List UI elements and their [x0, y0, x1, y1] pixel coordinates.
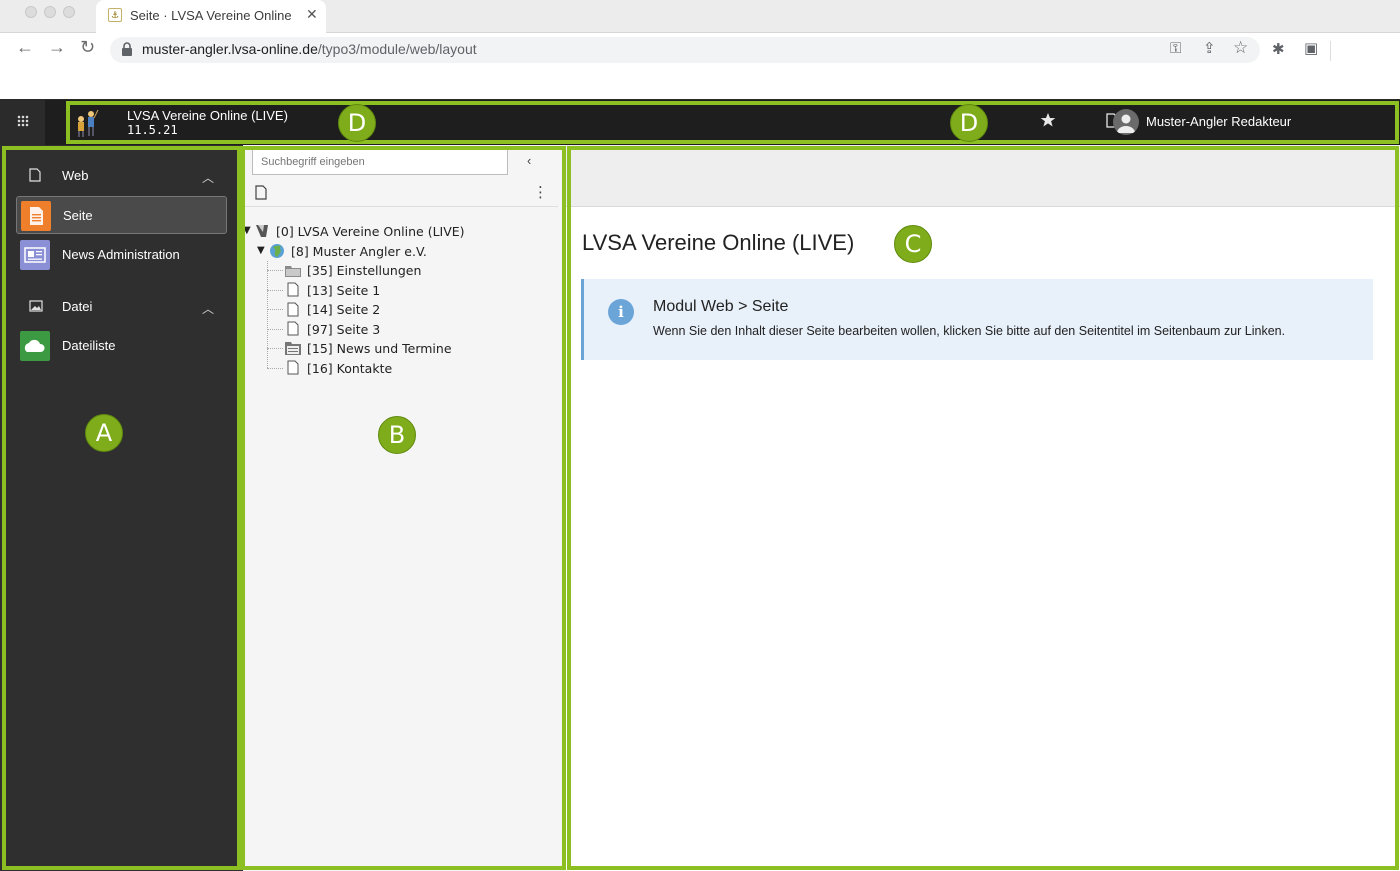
browser-toolbar: ← → ↻ muster-angler.lvsa-online.de/typo3… — [0, 33, 1400, 67]
callout-text: Wenn Sie den Inhalt dieser Seite bearbei… — [653, 324, 1286, 338]
avatar[interactable] — [1113, 109, 1139, 135]
tree-node[interactable]: [14] Seite 2 — [307, 302, 380, 317]
image-icon — [29, 300, 43, 312]
favicon-icon: ⚓ — [108, 8, 122, 22]
doc-header — [565, 145, 1400, 207]
bookmark-star-icon[interactable]: ☆ — [1233, 38, 1248, 58]
bookmarks-star-icon[interactable] — [1040, 112, 1056, 128]
url-text: muster-angler.lvsa-online.de/typo3/modul… — [142, 41, 477, 57]
key-icon[interactable]: ⚿ — [1170, 40, 1181, 57]
marker-d-right: D — [950, 104, 988, 142]
folder-icon — [285, 266, 301, 277]
page-icon — [287, 302, 299, 317]
page-icon — [29, 168, 41, 182]
lock-icon — [122, 42, 132, 56]
maximize-window-button[interactable] — [63, 6, 75, 18]
url-host: muster-angler.lvsa-online.de — [142, 41, 318, 57]
tree-node[interactable]: [35] Einstellungen — [307, 263, 421, 278]
content-area: LVSA Vereine Online (LIVE) i Modul Web >… — [565, 145, 1400, 871]
marker-d-left: D — [338, 104, 376, 142]
collapse-tree-icon[interactable]: ‹ — [527, 153, 531, 168]
tree-connector — [267, 348, 283, 349]
filelist-module-icon — [20, 331, 50, 361]
page-tree-panel: ‹ ⋮ ▼ [0] LVSA Vereine Online (LIVE) ▼ [… — [243, 145, 565, 871]
tree-toolbar-divider — [243, 206, 558, 207]
module-item-seite[interactable]: Seite — [16, 196, 227, 234]
module-item-label: Dateiliste — [62, 338, 116, 353]
toolbar-divider — [1330, 41, 1331, 61]
url-path: /typo3/module/web/layout — [317, 41, 477, 57]
forward-icon[interactable]: → — [48, 37, 66, 58]
tree-node-site[interactable]: [8] Muster Angler e.V. — [291, 244, 427, 259]
tree-node-root[interactable]: [0] LVSA Vereine Online (LIVE) — [276, 224, 465, 239]
typo3-topbar: LVSA Vereine Online (LIVE) 11.5.21 Muste… — [0, 100, 1400, 145]
module-item-dateiliste[interactable]: Dateiliste — [16, 327, 227, 365]
marker-a: A — [85, 414, 123, 452]
tree-node[interactable]: [13] Seite 1 — [307, 283, 380, 298]
marker-b: B — [378, 416, 416, 454]
module-menu: Web ︿ Seite News Administration Datei ︿ … — [0, 145, 243, 871]
site-logo-icon — [78, 109, 99, 137]
page-module-icon — [21, 201, 51, 231]
new-page-icon[interactable] — [255, 185, 267, 200]
page-icon — [287, 321, 299, 336]
browser-chrome: ⚓ Seite · LVSA Vereine Online (LIVE) ✕ ←… — [0, 0, 1400, 100]
module-item-label: Seite — [63, 208, 93, 223]
typo3-version: 11.5.21 — [127, 123, 178, 137]
tab-strip: ⚓ Seite · LVSA Vereine Online (LIVE) ✕ — [0, 0, 1400, 33]
chevron-up-icon[interactable]: ︿ — [202, 300, 214, 317]
user-menu-label[interactable]: Muster-Angler Redakteur — [1146, 114, 1291, 129]
tab-title: Seite · LVSA Vereine Online (LIVE) — [130, 8, 296, 23]
typo3-root-icon — [256, 225, 268, 237]
info-callout: i Modul Web > Seite Wenn Sie den Inhalt … — [581, 279, 1373, 360]
tree-connector — [267, 290, 283, 291]
page-title: LVSA Vereine Online (LIVE) — [582, 230, 855, 255]
tree-connector — [267, 270, 283, 271]
more-actions-icon[interactable]: ⋮ — [533, 183, 548, 201]
globe-icon — [270, 244, 284, 258]
tree-node[interactable]: [97] Seite 3 — [307, 322, 380, 337]
module-item-news-administration[interactable]: News Administration — [16, 236, 227, 274]
tree-node[interactable]: [16] Kontakte — [307, 361, 392, 376]
address-bar[interactable]: muster-angler.lvsa-online.de/typo3/modul… — [110, 37, 1260, 63]
expand-toggle-icon[interactable]: ▼ — [243, 225, 251, 236]
grid-icon — [17, 115, 29, 127]
tree-connector — [267, 368, 283, 369]
module-group-web[interactable]: Web — [62, 168, 89, 183]
info-icon: i — [608, 299, 634, 325]
callout-title: Modul Web > Seite — [653, 298, 789, 315]
news-folder-icon — [285, 342, 301, 355]
side-panel-icon[interactable]: ▣ — [1304, 39, 1318, 57]
tree-node[interactable]: [15] News und Termine — [307, 341, 452, 356]
chevron-up-icon[interactable]: ︿ — [202, 169, 214, 186]
tree-connector — [267, 261, 268, 368]
module-menu-toggle[interactable] — [0, 100, 45, 145]
tree-search-input[interactable] — [252, 149, 508, 175]
close-tab-icon[interactable]: ✕ — [306, 6, 318, 23]
module-group-datei[interactable]: Datei — [62, 299, 92, 314]
reload-icon[interactable]: ↻ — [80, 37, 95, 58]
page-icon — [287, 282, 299, 297]
minimize-window-button[interactable] — [44, 6, 56, 18]
module-item-label: News Administration — [62, 247, 180, 262]
page-icon — [287, 360, 299, 375]
browser-tab[interactable]: ⚓ Seite · LVSA Vereine Online (LIVE) ✕ — [96, 0, 326, 33]
close-window-button[interactable] — [25, 6, 37, 18]
news-module-icon — [20, 240, 50, 270]
tree-connector — [267, 329, 283, 330]
back-icon[interactable]: ← — [16, 37, 34, 58]
extensions-icon[interactable]: ✱ — [1272, 40, 1285, 58]
tree-connector — [267, 309, 283, 310]
share-icon[interactable]: ⇪ — [1203, 39, 1216, 57]
site-name[interactable]: LVSA Vereine Online (LIVE) — [127, 108, 288, 123]
expand-toggle-icon[interactable]: ▼ — [257, 245, 265, 256]
marker-c: C — [894, 225, 932, 263]
